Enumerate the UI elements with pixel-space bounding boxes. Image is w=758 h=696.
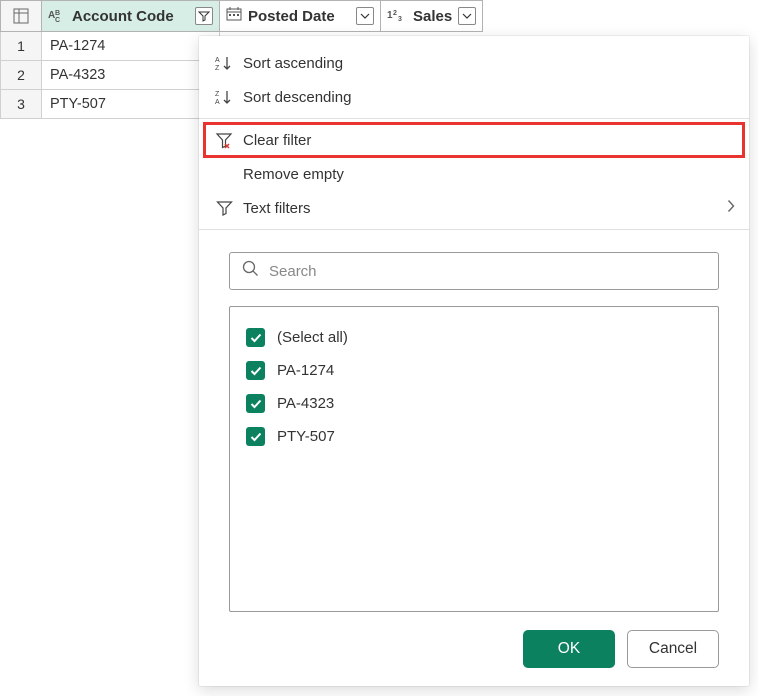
filter-option-select-all[interactable]: (Select all) bbox=[246, 321, 702, 354]
filter-icon bbox=[213, 200, 235, 216]
menu-separator bbox=[199, 118, 749, 119]
svg-text:Z: Z bbox=[215, 91, 220, 98]
filter-option[interactable]: PA-4323 bbox=[246, 387, 702, 420]
menu-label: Clear filter bbox=[243, 132, 311, 149]
column-label: Posted Date bbox=[248, 8, 352, 25]
filter-option[interactable]: PA-1274 bbox=[246, 354, 702, 387]
svg-text:A: A bbox=[215, 57, 220, 64]
clear-filter-icon bbox=[213, 132, 235, 149]
filter-option-label: PA-1274 bbox=[277, 362, 334, 379]
sort-descending-item[interactable]: ZA Sort descending bbox=[199, 80, 749, 114]
menu-label: Remove empty bbox=[243, 166, 344, 183]
dropdown-icon[interactable] bbox=[458, 7, 476, 25]
clear-filter-item[interactable]: Clear filter bbox=[204, 123, 744, 157]
filter-body: (Select all) PA-1274 PA-4323 PTY-507 bbox=[199, 234, 749, 612]
number-type-icon: 123 bbox=[387, 7, 407, 25]
column-label: Sales bbox=[413, 8, 454, 25]
menu-label: Sort ascending bbox=[243, 55, 343, 72]
column-header-account-code[interactable]: ABC Account Code bbox=[42, 0, 220, 32]
svg-text:C: C bbox=[55, 17, 60, 22]
filter-option-label: PA-4323 bbox=[277, 395, 334, 412]
text-type-icon: ABC bbox=[48, 7, 66, 26]
row-number[interactable]: 3 bbox=[0, 90, 42, 119]
search-box[interactable] bbox=[229, 252, 719, 290]
chevron-right-icon bbox=[727, 199, 735, 217]
sort-asc-icon: AZ bbox=[213, 55, 235, 71]
filter-dropdown-menu: AZ Sort ascending ZA Sort descending Cle… bbox=[199, 36, 749, 686]
table-corner[interactable] bbox=[0, 0, 42, 32]
filter-values-list: (Select all) PA-1274 PA-4323 PTY-507 bbox=[229, 306, 719, 612]
filter-option[interactable]: PTY-507 bbox=[246, 420, 702, 453]
column-header-posted-date[interactable]: Posted Date bbox=[220, 0, 381, 32]
column-label: Account Code bbox=[72, 8, 191, 25]
svg-text:3: 3 bbox=[398, 16, 402, 21]
checkbox-checked-icon[interactable] bbox=[246, 427, 265, 446]
sort-desc-icon: ZA bbox=[213, 89, 235, 105]
dropdown-icon[interactable] bbox=[356, 7, 374, 25]
cell-account-code[interactable]: PTY-507 bbox=[42, 90, 220, 119]
menu-label: Text filters bbox=[243, 200, 311, 217]
cancel-button[interactable]: Cancel bbox=[627, 630, 719, 668]
svg-text:A: A bbox=[215, 99, 220, 105]
remove-empty-item[interactable]: Remove empty bbox=[199, 157, 749, 191]
search-input[interactable] bbox=[269, 263, 706, 280]
sort-ascending-item[interactable]: AZ Sort ascending bbox=[199, 46, 749, 80]
filter-option-label: PTY-507 bbox=[277, 428, 335, 445]
column-header-sales[interactable]: 123 Sales bbox=[381, 0, 483, 32]
text-filters-item[interactable]: Text filters bbox=[199, 191, 749, 225]
dialog-footer: OK Cancel bbox=[199, 612, 749, 686]
cell-account-code[interactable]: PA-1274 bbox=[42, 32, 220, 61]
filter-dropdown-icon[interactable] bbox=[195, 7, 213, 25]
row-number[interactable]: 2 bbox=[0, 61, 42, 90]
svg-text:Z: Z bbox=[215, 65, 220, 71]
checkbox-checked-icon[interactable] bbox=[246, 361, 265, 380]
checkbox-checked-icon[interactable] bbox=[246, 328, 265, 347]
menu-separator bbox=[199, 229, 749, 230]
checkbox-checked-icon[interactable] bbox=[246, 394, 265, 413]
date-type-icon bbox=[226, 7, 242, 25]
ok-button[interactable]: OK bbox=[523, 630, 615, 668]
search-icon bbox=[242, 260, 259, 282]
row-number[interactable]: 1 bbox=[0, 32, 42, 61]
menu-label: Sort descending bbox=[243, 89, 351, 106]
filter-option-label: (Select all) bbox=[277, 329, 348, 346]
svg-text:2: 2 bbox=[393, 10, 397, 17]
svg-text:B: B bbox=[55, 10, 60, 17]
cell-account-code[interactable]: PA-4323 bbox=[42, 61, 220, 90]
